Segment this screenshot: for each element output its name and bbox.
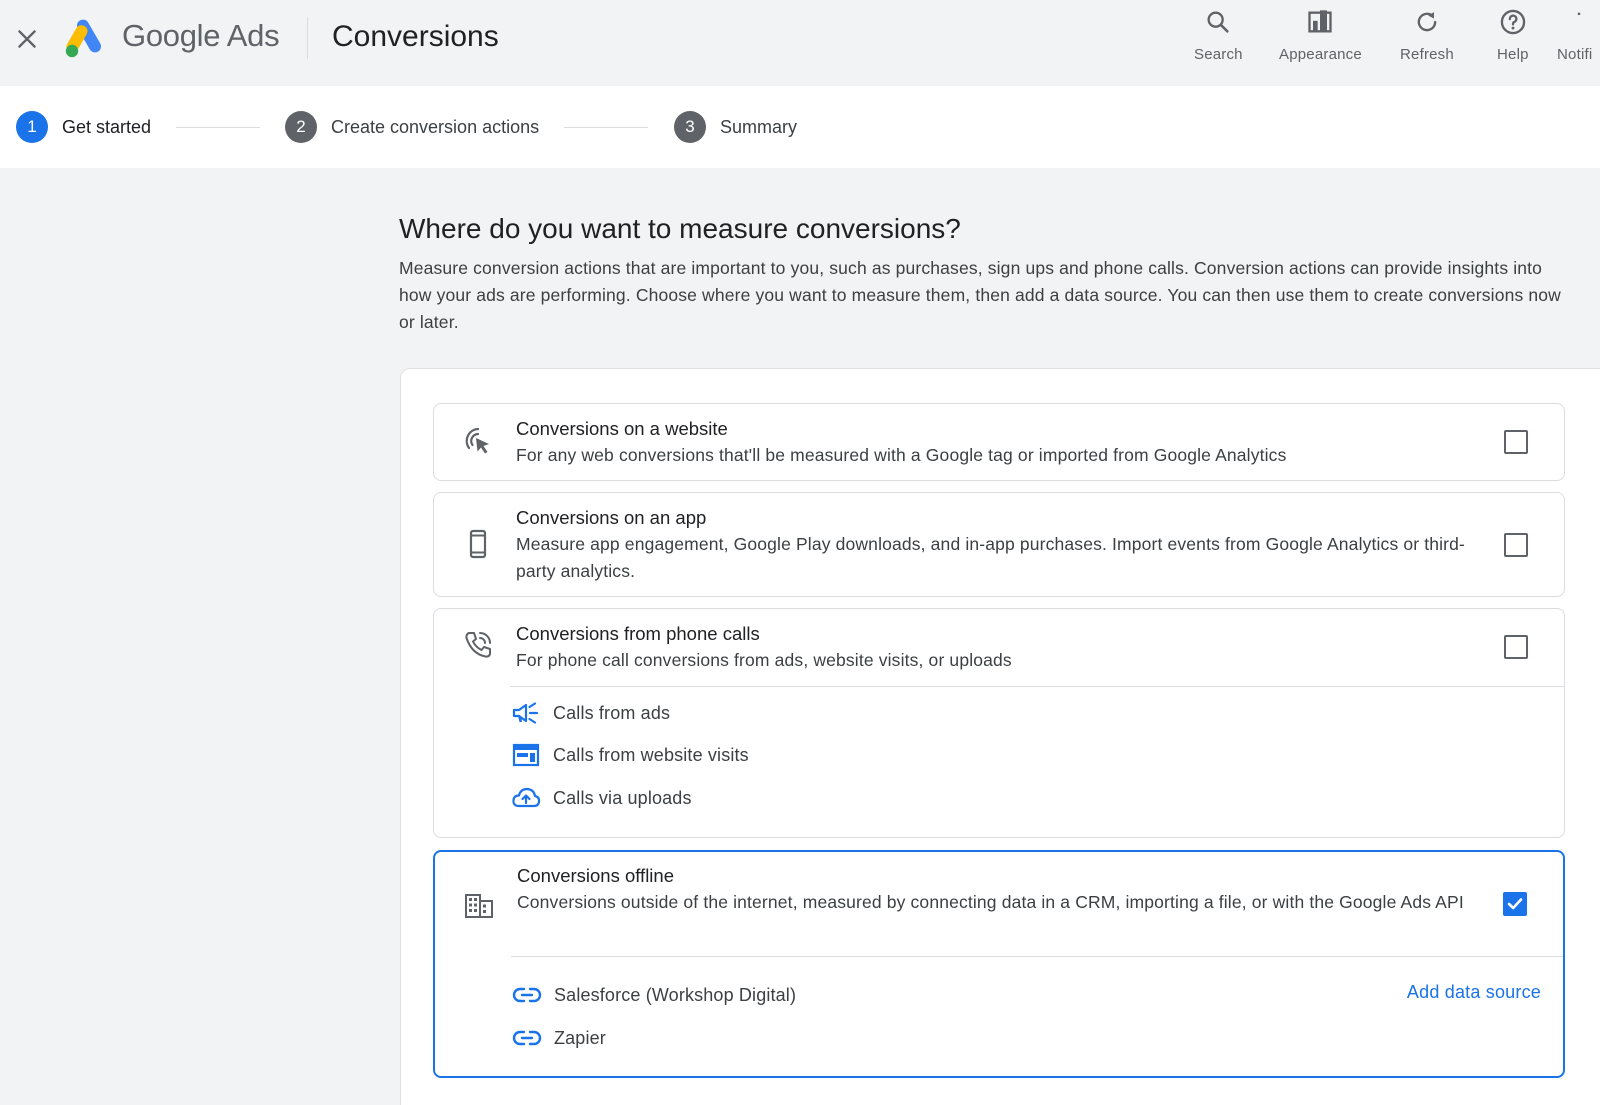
phone-calls-checkbox[interactable] [1504,635,1528,659]
card-divider [511,956,1563,957]
phone-device-icon [469,529,487,559]
section-heading: Where do you want to measure conversions… [399,213,961,244]
card-divider [510,686,1564,687]
sub-item-calls-from-ads: Calls from ads [511,698,670,728]
step-label: Create conversion actions [331,116,540,137]
appearance-icon [1308,10,1333,33]
app-checkbox[interactable] [1504,533,1528,557]
stepper: 1 Get started 2 Create conversion action… [0,86,1600,168]
option-offline[interactable]: Conversions offline Conversions outside … [433,850,1565,1078]
notifications-button[interactable]: Notifi [1557,6,1593,70]
help-label: Help [1497,46,1529,63]
google-ads-logo-icon [65,19,101,58]
option-title: Conversions from phone calls [516,623,760,644]
option-title: Conversions on a website [516,418,728,439]
refresh-icon [1417,12,1437,32]
sub-item-label: Calls from website visits [553,744,749,765]
appearance-button[interactable]: Appearance [1279,6,1362,70]
step-summary[interactable]: 3 Summary [674,111,797,143]
source-label: Zapier [554,1027,606,1048]
sub-item-calls-from-website-visits: Calls from website visits [511,740,749,770]
option-app[interactable]: Conversions on an app Measure app engage… [433,492,1565,597]
sub-item-label: Calls from ads [553,702,671,723]
step-create-conversion-actions[interactable]: 2 Create conversion actions [285,111,539,143]
sub-item-label: Calls via uploads [553,787,692,808]
appearance-label: Appearance [1279,46,1362,63]
source-zapier: Zapier [512,1023,606,1053]
close-button[interactable] [10,22,44,56]
header-divider [307,17,308,59]
top-bar: Google Ads Conversions Search Appearance… [0,0,1600,86]
notifications-icon [1577,12,1581,15]
source-salesforce: Salesforce (Workshop Digital) [512,980,796,1010]
option-title: Conversions on an app [516,507,707,528]
link-icon [512,987,542,1003]
cursor-click-icon [465,427,489,454]
step-get-started[interactable]: 1 Get started [16,111,151,143]
step-label: Get started [62,116,152,137]
help-button[interactable]: Help [1497,6,1529,70]
offline-checkbox[interactable] [1503,892,1527,916]
refresh-button[interactable]: Refresh [1400,6,1454,70]
option-description: For any web conversions that'll be measu… [516,445,1287,465]
web-page-icon [512,743,540,767]
page-title: Conversions [332,20,499,53]
megaphone-icon [512,702,539,724]
option-title: Conversions offline [517,865,674,886]
step-number: 3 [674,111,706,143]
step-connector [564,127,648,128]
option-website[interactable]: Conversions on a website For any web con… [433,403,1565,481]
option-description: Conversions outside of the internet, mea… [517,892,1464,912]
close-icon [18,30,36,48]
search-label: Search [1194,46,1243,63]
brand-ads: Ads [226,18,280,53]
brand-google: Google [122,18,221,53]
refresh-label: Refresh [1400,46,1454,63]
notifications-label: Notifi [1557,46,1593,63]
link-icon [512,1030,542,1046]
checkmark-icon [1507,898,1523,910]
source-label: Salesforce (Workshop Digital) [554,984,797,1005]
building-icon [465,894,493,918]
phone-call-icon [465,632,491,658]
search-button[interactable]: Search [1194,6,1243,70]
add-data-source-link[interactable]: Add data source [1407,982,1541,1003]
option-description: For phone call conversions from ads, web… [516,650,1012,670]
website-checkbox[interactable] [1504,430,1528,454]
search-icon [1207,11,1229,33]
step-connector [176,127,260,128]
option-phone-calls[interactable]: Conversions from phone calls For phone c… [433,608,1565,838]
sub-item-calls-via-uploads: Calls via uploads [511,783,692,813]
option-description: Measure app engagement, Google Play down… [516,534,1466,581]
brand-name: Google Ads [122,18,280,54]
step-label: Summary [720,116,798,137]
section-description: Measure conversion actions that are impo… [399,258,1561,332]
step-number: 1 [16,111,48,143]
cloud-upload-icon [512,787,541,808]
help-icon [1500,9,1526,35]
step-number: 2 [285,111,317,143]
